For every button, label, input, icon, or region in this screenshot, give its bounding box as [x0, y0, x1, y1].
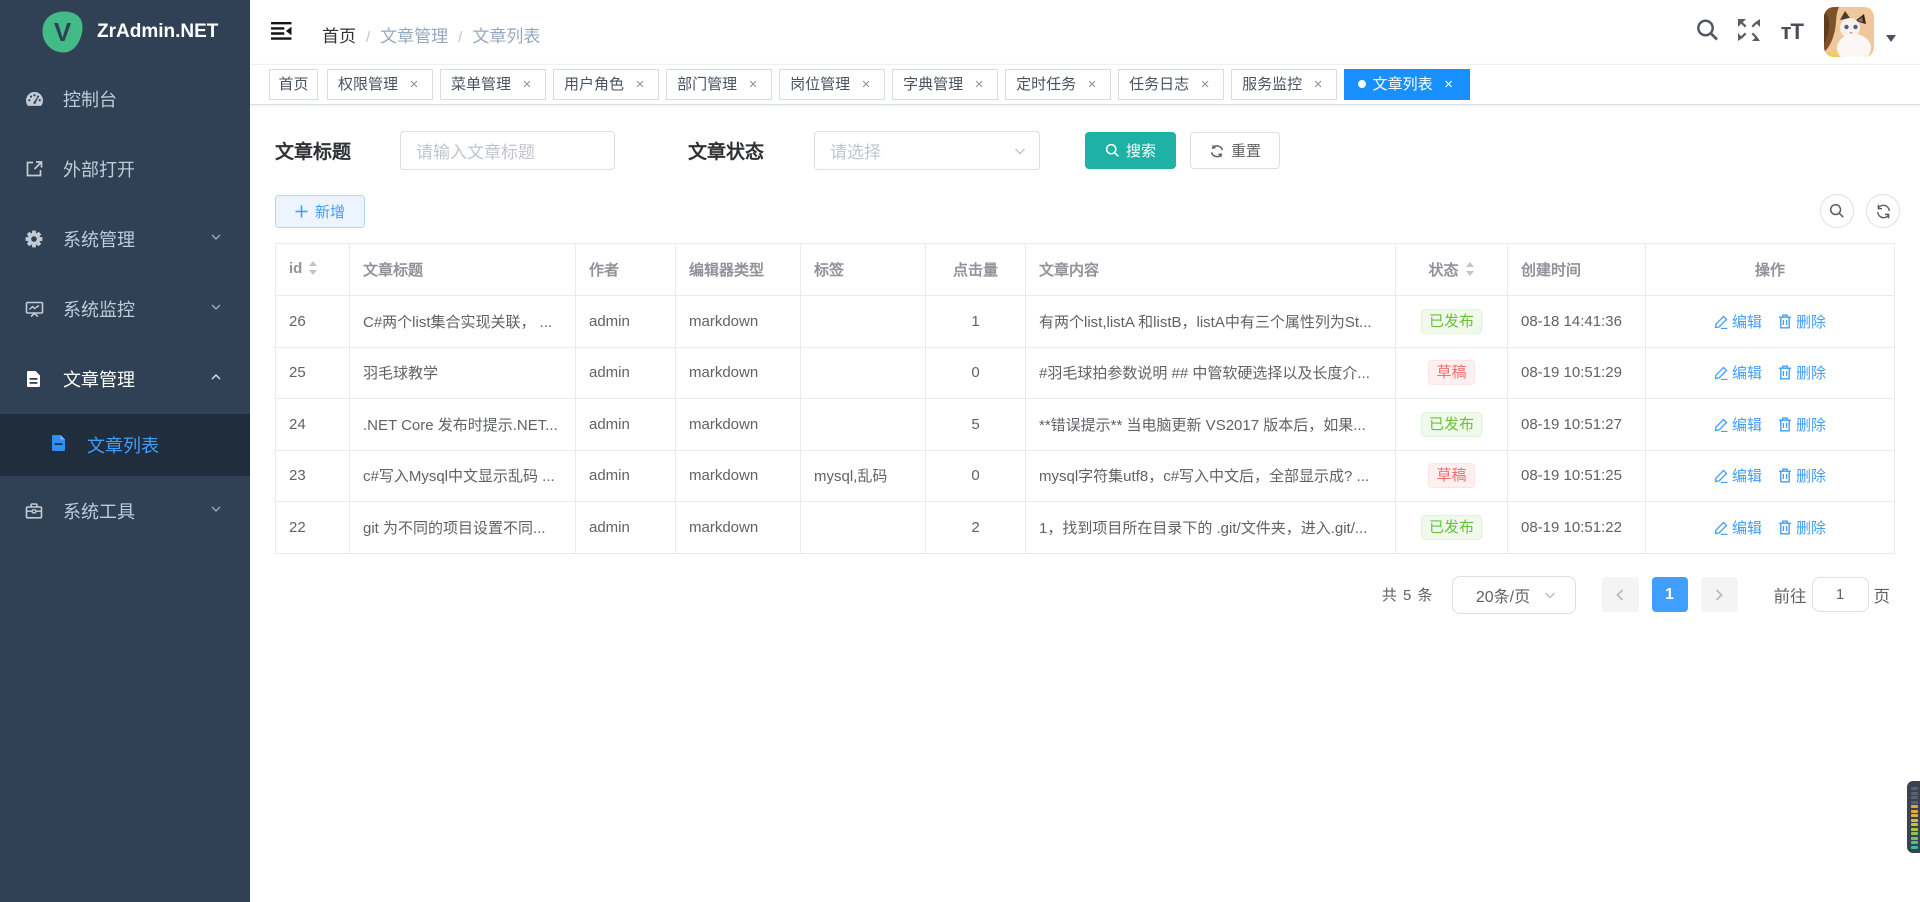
- svg-text:V: V: [54, 17, 72, 47]
